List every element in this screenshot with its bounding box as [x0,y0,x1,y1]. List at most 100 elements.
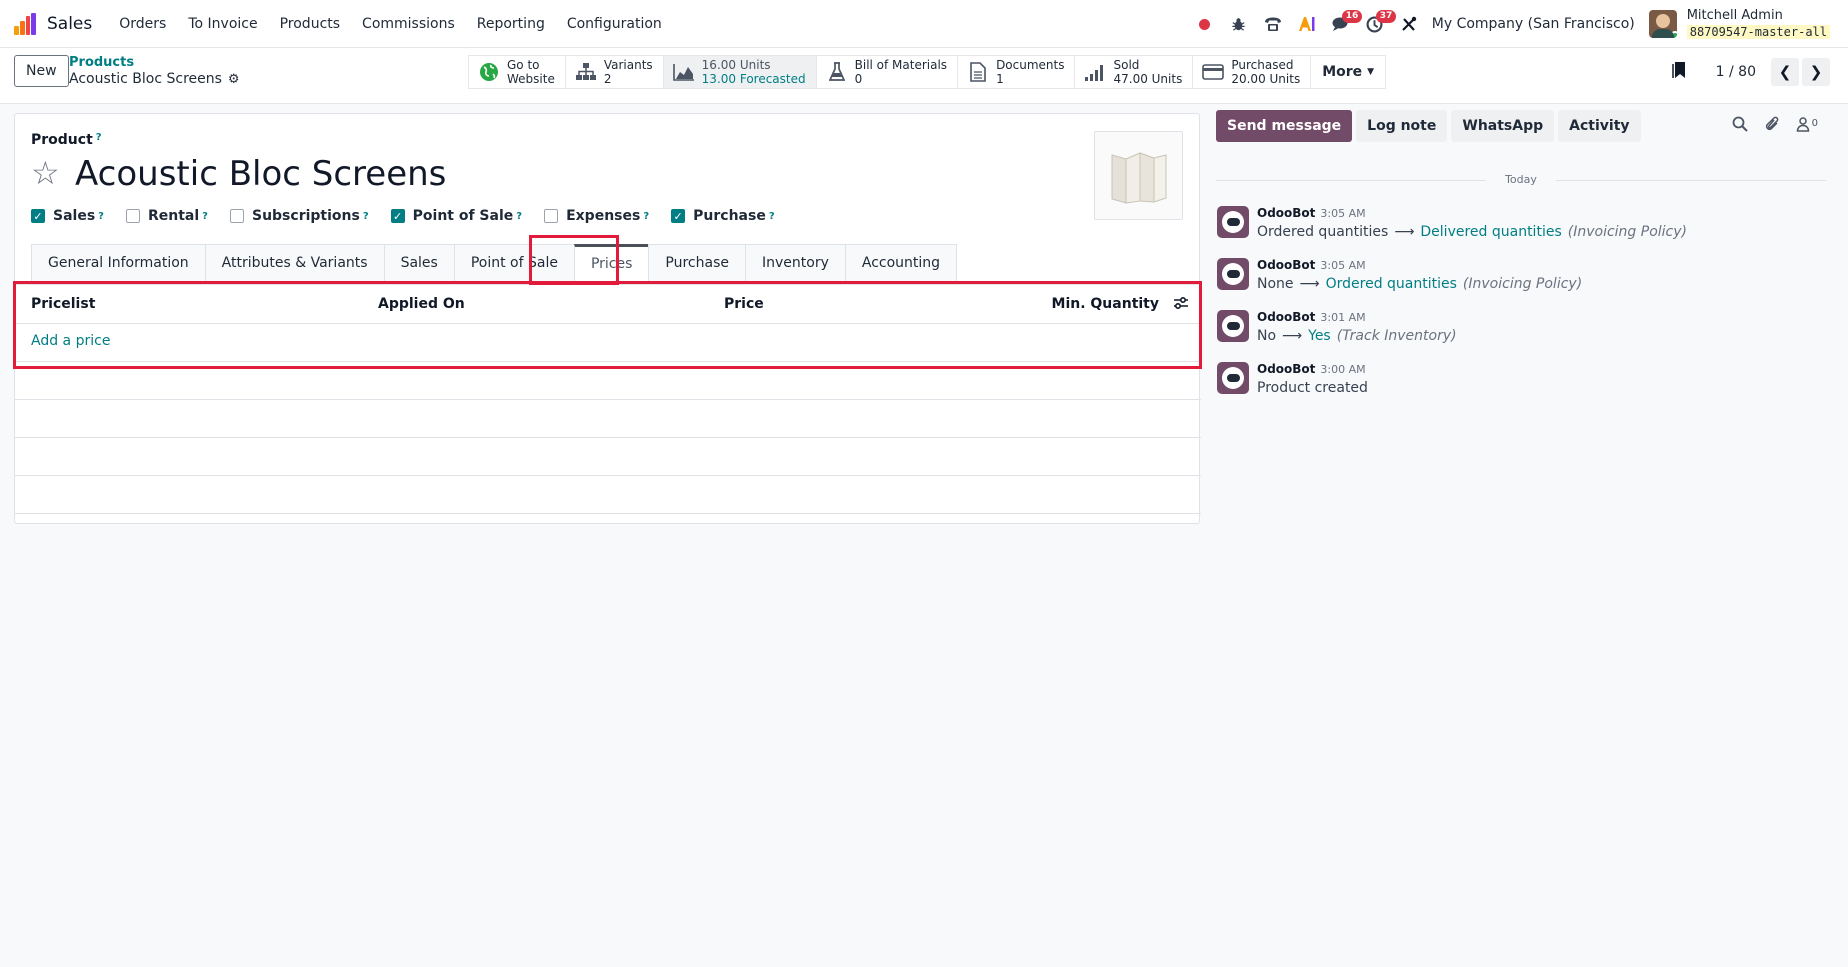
variants-button[interactable]: Variants 2 [565,56,664,88]
tab-purchase[interactable]: Purchase [648,244,745,282]
checkbox-sales[interactable]: ✓ Sales? [31,208,104,224]
documents-button[interactable]: Documents 1 [958,56,1076,88]
whatsapp-button[interactable]: WhatsApp [1451,110,1555,142]
checkbox-rental[interactable]: Rental? [125,208,208,224]
pager-value[interactable]: 1 / 80 [1716,64,1756,80]
tab-attributes-variants[interactable]: Attributes & Variants [204,244,384,282]
prices-tab-highlight [529,235,619,285]
sitemap-icon [575,61,597,83]
menu-products[interactable]: Products [269,16,351,32]
new-button[interactable]: New [14,55,69,87]
menu-reporting[interactable]: Reporting [466,16,556,32]
odoobot-avatar[interactable] [1217,258,1249,290]
bill-of-materials-button[interactable]: Bill of Materials 0 [816,56,959,88]
go-to-website-button[interactable]: Go to Website [469,56,566,88]
checkbox-purchase-label: Purchase [693,208,766,224]
checkbox-unchecked-icon [125,209,140,223]
gear-icon[interactable]: ⚙ [228,72,240,87]
tools-icon[interactable] [1392,0,1426,48]
message-text: Product created [1257,380,1368,396]
credit-card-icon [1202,61,1225,83]
checkbox-unchecked-icon [544,209,559,223]
tab-inventory[interactable]: Inventory [744,244,845,282]
help-tooltip-icon[interactable]: ? [98,211,104,222]
checkbox-subscriptions[interactable]: Subscriptions? [229,208,369,224]
help-tooltip-icon[interactable]: ? [643,211,649,222]
checkbox-rental-label: Rental [147,208,200,224]
more-button[interactable]: More ▼ [1311,56,1387,88]
help-tooltip-icon[interactable]: ? [96,132,102,143]
chatter-panel: Send message Log note WhatsApp Activity 0 T… [1216,110,1836,396]
help-tooltip-icon[interactable]: ? [516,211,522,222]
documents-line1: Documents [996,58,1065,72]
tab-accounting[interactable]: Accounting [844,244,958,282]
website-line1: Go to [507,58,540,72]
paperclip-icon[interactable] [1764,116,1780,136]
chatter-message: OdooBot 3:01 AM No ⟶ Yes (Track Inventory) [1216,310,1836,352]
user-avatar[interactable] [1648,10,1677,38]
company-switcher[interactable]: My Company (San Francisco) [1432,16,1635,32]
checkbox-purchase[interactable]: ✓ Purchase? [671,208,775,224]
date-separator: Today [1216,173,1826,186]
message-time: 3:05 AM [1320,259,1366,272]
tab-general-information[interactable]: General Information [31,244,205,282]
product-image[interactable] [1094,131,1183,220]
sold-button[interactable]: Sold 47.00 Units [1075,56,1194,88]
menu-configuration[interactable]: Configuration [556,16,673,32]
chevron-right-icon: ❯ [1809,63,1823,81]
odoobot-avatar[interactable] [1217,362,1249,394]
bookmark-icon[interactable] [1671,61,1686,84]
checkbox-expenses[interactable]: Expenses? [544,208,649,224]
checkbox-checked-icon: ✓ [671,209,686,223]
sales-app-icon[interactable] [14,12,36,35]
followers-icon[interactable]: 0 [1796,116,1818,136]
help-tooltip-icon[interactable]: ? [202,211,208,222]
activity-button[interactable]: Activity [1558,110,1641,142]
forecasted-value: 13.00 Forecasted [701,72,806,86]
menu-commissions[interactable]: Commissions [351,16,466,32]
purchased-button[interactable]: Purchased 20.00 Units [1193,56,1312,88]
send-message-button[interactable]: Send message [1216,110,1353,142]
record-icon[interactable] [1188,0,1222,48]
ai-icon[interactable] [1290,0,1324,48]
phone-icon[interactable] [1256,0,1290,48]
menu-orders[interactable]: Orders [108,16,177,32]
form-notebook-tabs: General Information Attributes & Variant… [31,244,958,282]
odoobot-avatar[interactable] [1217,206,1249,238]
checkbox-point-of-sale[interactable]: ✓ Point of Sale? [390,208,522,224]
message-author: OdooBot 3:05 AM [1257,258,1366,272]
help-tooltip-icon[interactable]: ? [363,211,369,222]
messages-icon[interactable]: 16 [1324,0,1363,48]
breadcrumb-parent[interactable]: Products [69,55,240,70]
new-value: Ordered quantities [1325,276,1457,292]
website-line2: Website [507,72,555,86]
table-row-empty [15,476,1201,514]
log-note-button[interactable]: Log note [1356,110,1448,142]
caret-down-icon: ▼ [1367,67,1375,77]
pager: 1 / 80 ❮ ❯ [1671,58,1830,86]
bug-icon[interactable] [1222,0,1256,48]
app-name[interactable]: Sales [47,14,92,34]
bom-line2: 0 [854,72,863,86]
checkbox-pos-label: Point of Sale [412,208,514,224]
product-name-field[interactable]: Acoustic Bloc Screens [75,152,446,196]
chevron-left-icon: ❮ [1778,63,1792,81]
table-row-empty [15,438,1201,476]
pager-next-button[interactable]: ❯ [1802,58,1830,86]
user-menu[interactable]: Mitchell Admin 88709547-master-all [1686,8,1830,40]
control-panel: New Products Acoustic Bloc Screens ⚙ Go t… [0,48,1848,104]
help-tooltip-icon[interactable]: ? [769,211,775,222]
odoobot-avatar[interactable] [1217,310,1249,342]
pager-previous-button[interactable]: ❮ [1771,58,1799,86]
checkbox-sales-label: Sales [53,208,96,224]
on-hand-button[interactable]: 16.00 Units 13.00 Forecasted [663,56,817,88]
search-icon[interactable] [1732,116,1748,136]
variants-line1: Variants [603,58,653,72]
breadcrumb-current: Acoustic Bloc Screens ⚙ [69,70,240,89]
tab-sales[interactable]: Sales [383,244,454,282]
old-value: No [1257,328,1277,344]
favorite-star-icon[interactable]: ☆ [31,155,60,191]
menu-to-invoice[interactable]: To Invoice [177,16,268,32]
chatter-message: OdooBot 3:05 AM None ⟶ Ordered quantities (I… [1216,258,1836,300]
activities-icon[interactable]: 37 [1358,0,1397,48]
